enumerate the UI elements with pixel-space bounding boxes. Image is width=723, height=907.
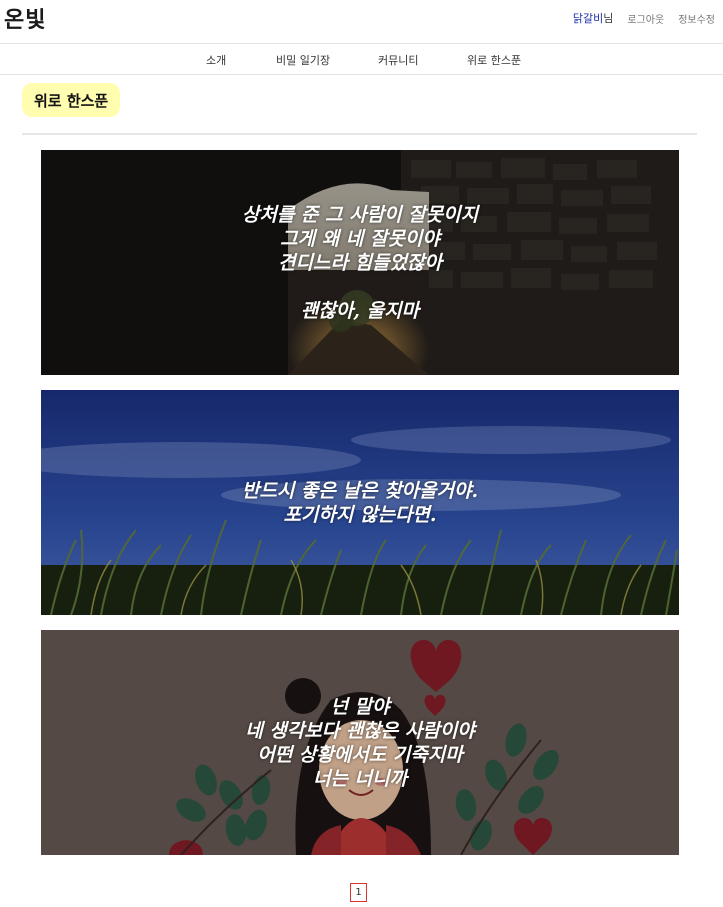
card-quote: 반드시 좋은 날은 찾아올거야. 포기하지 않는다면.	[241, 479, 479, 526]
comfort-card[interactable]: 반드시 좋은 날은 찾아올거야. 포기하지 않는다면.	[41, 390, 679, 615]
nav-item-comfort[interactable]: 위로 한스푼	[467, 52, 521, 68]
site-logo[interactable]: 온빛	[4, 2, 46, 34]
main-nav: 소개 비밀 일기장 커뮤니티 위로 한스푼	[0, 44, 723, 74]
comfort-card[interactable]: 상처를 준 그 사람이 잘못이지 그게 왜 네 잘못이야 견디느라 힘들었잖아 …	[41, 150, 679, 375]
user-menu: 닭갈비님 로그아웃 정보수정	[573, 10, 715, 26]
edit-profile-link[interactable]: 정보수정	[678, 11, 715, 26]
nav-divider	[0, 74, 723, 75]
username-suffix: 님	[603, 12, 614, 25]
card-quote: 상처를 준 그 사람이 잘못이지 그게 왜 네 잘못이야 견디느라 힘들었잖아 …	[241, 203, 479, 322]
comfort-card[interactable]: 넌 말야 네 생각보다 괜찮은 사람이야 어떤 상황에서도 기죽지마 너는 너니…	[41, 630, 679, 855]
logout-link[interactable]: 로그아웃	[627, 11, 664, 26]
welcome-text: 닭갈비님	[573, 10, 614, 26]
pagination-current-page[interactable]: 1	[350, 883, 367, 902]
page-title: 위로 한스푼	[22, 83, 121, 117]
username: 닭갈비	[572, 12, 604, 25]
nav-item-community[interactable]: 커뮤니티	[378, 52, 418, 68]
nav-item-secret-diary[interactable]: 비밀 일기장	[276, 52, 330, 68]
title-divider	[22, 133, 697, 135]
card-quote: 넌 말야 네 생각보다 괜찮은 사람이야 어떤 상황에서도 기죽지마 너는 너니…	[245, 695, 475, 790]
nav-item-about[interactable]: 소개	[206, 52, 226, 68]
